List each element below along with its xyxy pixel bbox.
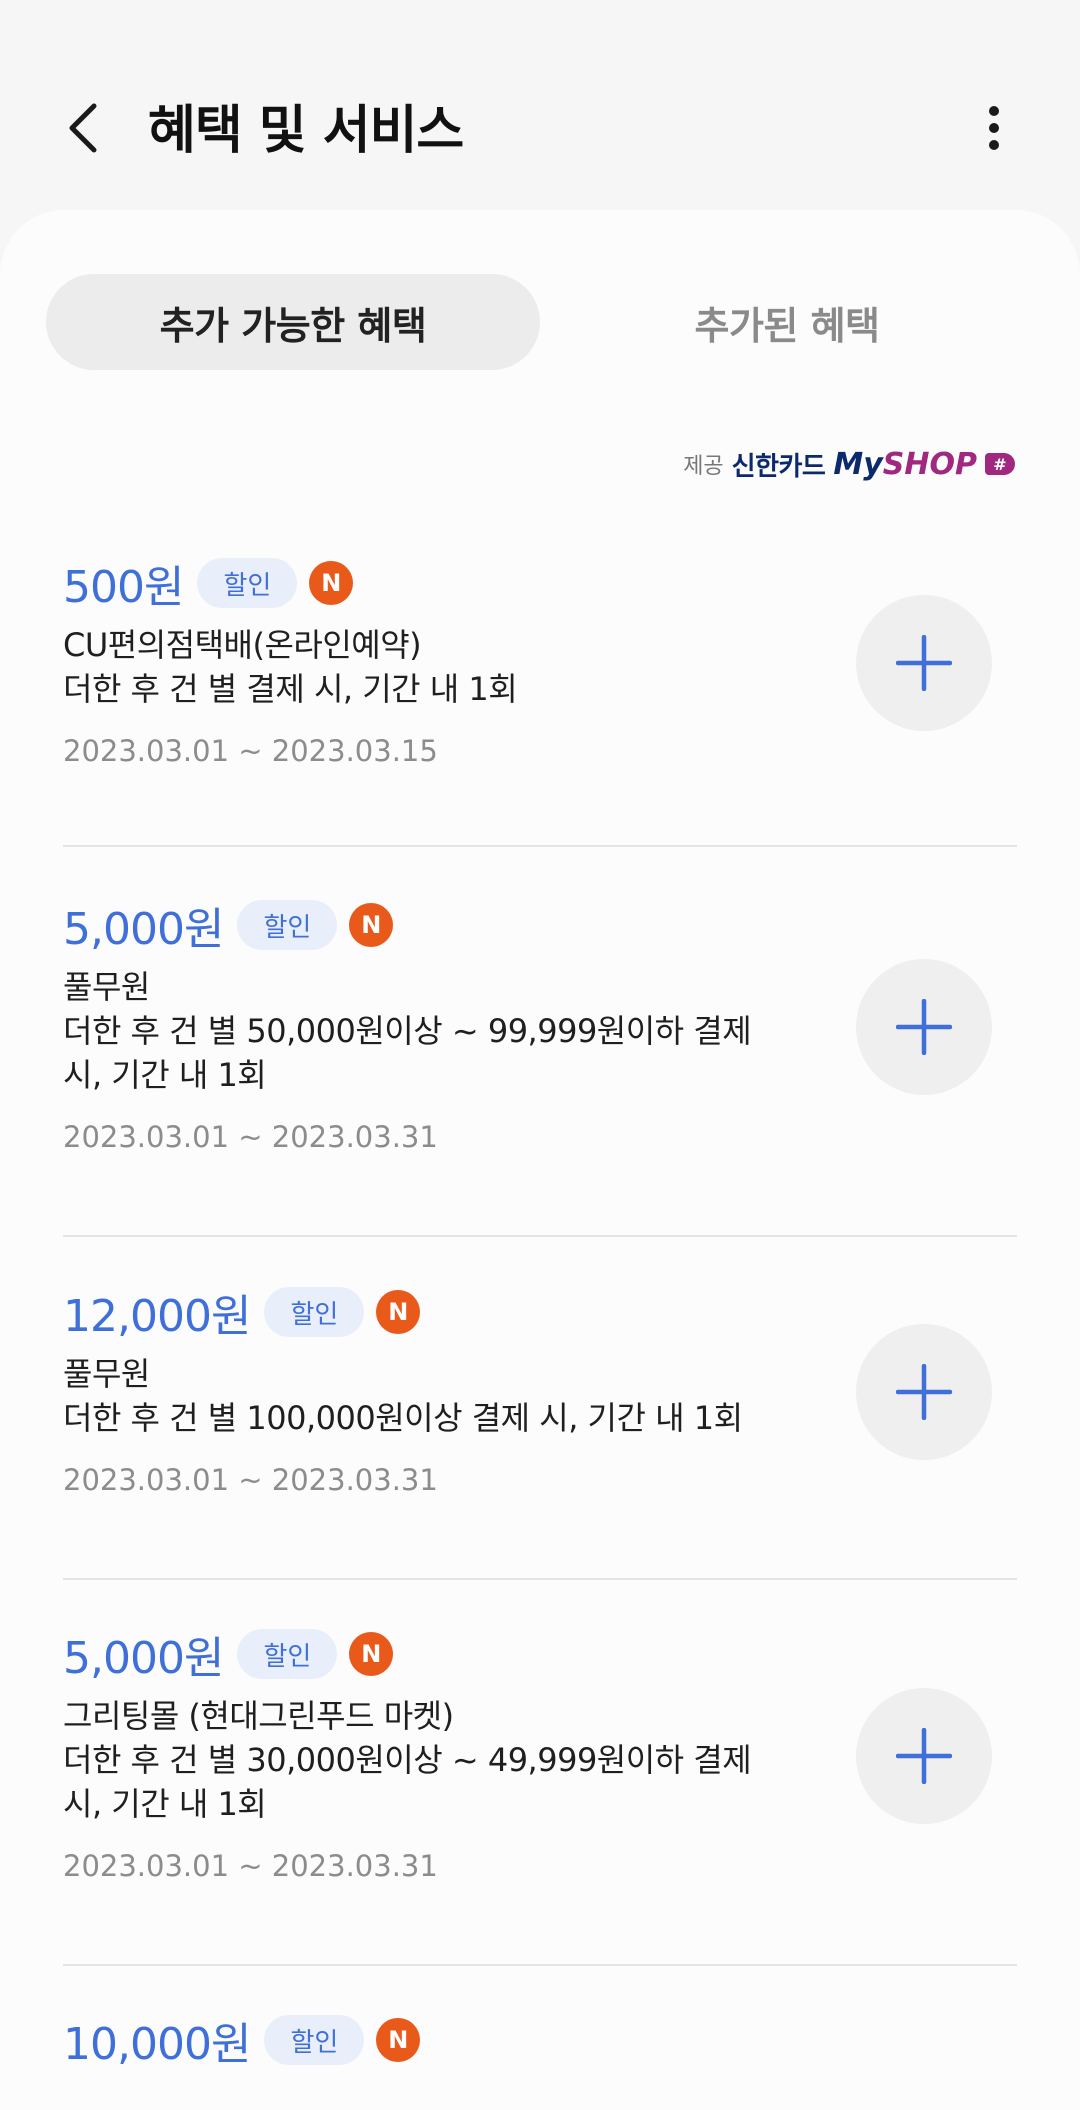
divider xyxy=(63,1578,1017,1580)
benefit-item: 12,000원 할인 N 풀무원 더한 후 건 별 100,000원이상 결제 … xyxy=(63,1284,1017,1580)
new-badge: N xyxy=(349,903,394,947)
benefit-condition: 더한 후 건 별 50,000원이상 ~ 99,999원이하 결제 시, 기간 … xyxy=(63,1012,752,1094)
provider-brand-card: 신한카드 xyxy=(731,451,826,482)
new-badge: N xyxy=(376,2018,421,2062)
benefit-item: 5,000원 할인 N 그리팅몰 (현대그린푸드 마켓) 더한 후 건 별 30… xyxy=(63,1626,1017,1966)
tab-added-benefits[interactable]: 추가된 혜택 xyxy=(540,274,1034,370)
benefit-period: 2023.03.01 ~ 2023.03.31 xyxy=(63,1463,438,1497)
benefit-item: 10,000원 할인 N xyxy=(63,2012,1017,2092)
divider xyxy=(63,845,1017,847)
back-button[interactable] xyxy=(52,90,116,166)
benefit-merchant: 풀무원 xyxy=(63,1355,150,1393)
benefit-period: 2023.03.01 ~ 2023.03.15 xyxy=(63,734,438,768)
benefit-tag: 할인 xyxy=(264,2015,365,2065)
benefit-item: 500원 할인 N CU편의점택배(온라인예약) 더한 후 건 별 결제 시, … xyxy=(63,555,1017,847)
benefit-condition: 더한 후 건 별 결제 시, 기간 내 1회 xyxy=(63,670,518,708)
content-sheet: 추가 가능한 혜택 추가된 혜택 제공 신한카드 My SHOP # 500원 … xyxy=(0,210,1080,2110)
add-benefit-button[interactable] xyxy=(856,1688,992,1824)
benefit-period: 2023.03.01 ~ 2023.03.31 xyxy=(63,1120,438,1154)
benefit-condition: 더한 후 건 별 100,000원이상 결제 시, 기간 내 1회 xyxy=(63,1399,743,1437)
tab-bar: 추가 가능한 혜택 추가된 혜택 xyxy=(46,274,1034,370)
page-title: 혜택 및 서비스 xyxy=(148,101,464,161)
tab-available-benefits[interactable]: 추가 가능한 혜택 xyxy=(46,274,540,370)
benefit-amount: 500원 xyxy=(63,562,184,613)
add-benefit-button[interactable] xyxy=(856,959,992,1095)
divider xyxy=(63,1235,1017,1237)
benefit-period: 2023.03.01 ~ 2023.03.31 xyxy=(63,1849,438,1883)
benefit-merchant: 그리팅몰 (현대그린푸드 마켓) xyxy=(63,1697,454,1735)
divider xyxy=(63,1964,1017,1966)
benefit-condition: 더한 후 건 별 30,000원이상 ~ 49,999원이하 결제 시, 기간 … xyxy=(63,1741,752,1823)
benefit-amount: 5,000원 xyxy=(63,1633,224,1684)
more-vertical-icon xyxy=(989,106,999,150)
benefit-amount: 12,000원 xyxy=(63,1291,251,1342)
plus-icon xyxy=(896,635,952,691)
new-badge: N xyxy=(349,1632,394,1676)
plus-icon xyxy=(896,999,952,1055)
benefit-tag: 할인 xyxy=(237,1629,338,1679)
plus-icon xyxy=(896,1728,952,1784)
benefit-amount: 10,000원 xyxy=(63,2019,251,2070)
add-benefit-button[interactable] xyxy=(856,1324,992,1460)
benefit-merchant: CU편의점택배(온라인예약) xyxy=(63,626,422,664)
benefit-item: 5,000원 할인 N 풀무원 더한 후 건 별 50,000원이상 ~ 99,… xyxy=(63,897,1017,1237)
benefit-tag: 할인 xyxy=(237,900,338,950)
benefit-tag: 할인 xyxy=(197,558,298,608)
new-badge: N xyxy=(376,1290,421,1334)
benefit-tag: 할인 xyxy=(264,1287,365,1337)
provider-brand-badge: # xyxy=(985,453,1015,475)
plus-icon xyxy=(896,1364,952,1420)
app-bar: 혜택 및 서비스 xyxy=(0,0,1080,210)
provider-brand-shop: SHOP xyxy=(882,446,977,482)
more-options-button[interactable] xyxy=(962,96,1026,160)
provider-label: 제공 xyxy=(683,454,724,479)
chevron-left-icon xyxy=(69,103,97,153)
benefit-merchant: 풀무원 xyxy=(63,968,150,1006)
new-badge: N xyxy=(309,561,354,605)
provider-attribution: 제공 신한카드 My SHOP # xyxy=(683,442,1015,486)
provider-brand-my: My xyxy=(833,446,883,482)
benefit-amount: 5,000원 xyxy=(63,904,224,955)
add-benefit-button[interactable] xyxy=(856,595,992,731)
